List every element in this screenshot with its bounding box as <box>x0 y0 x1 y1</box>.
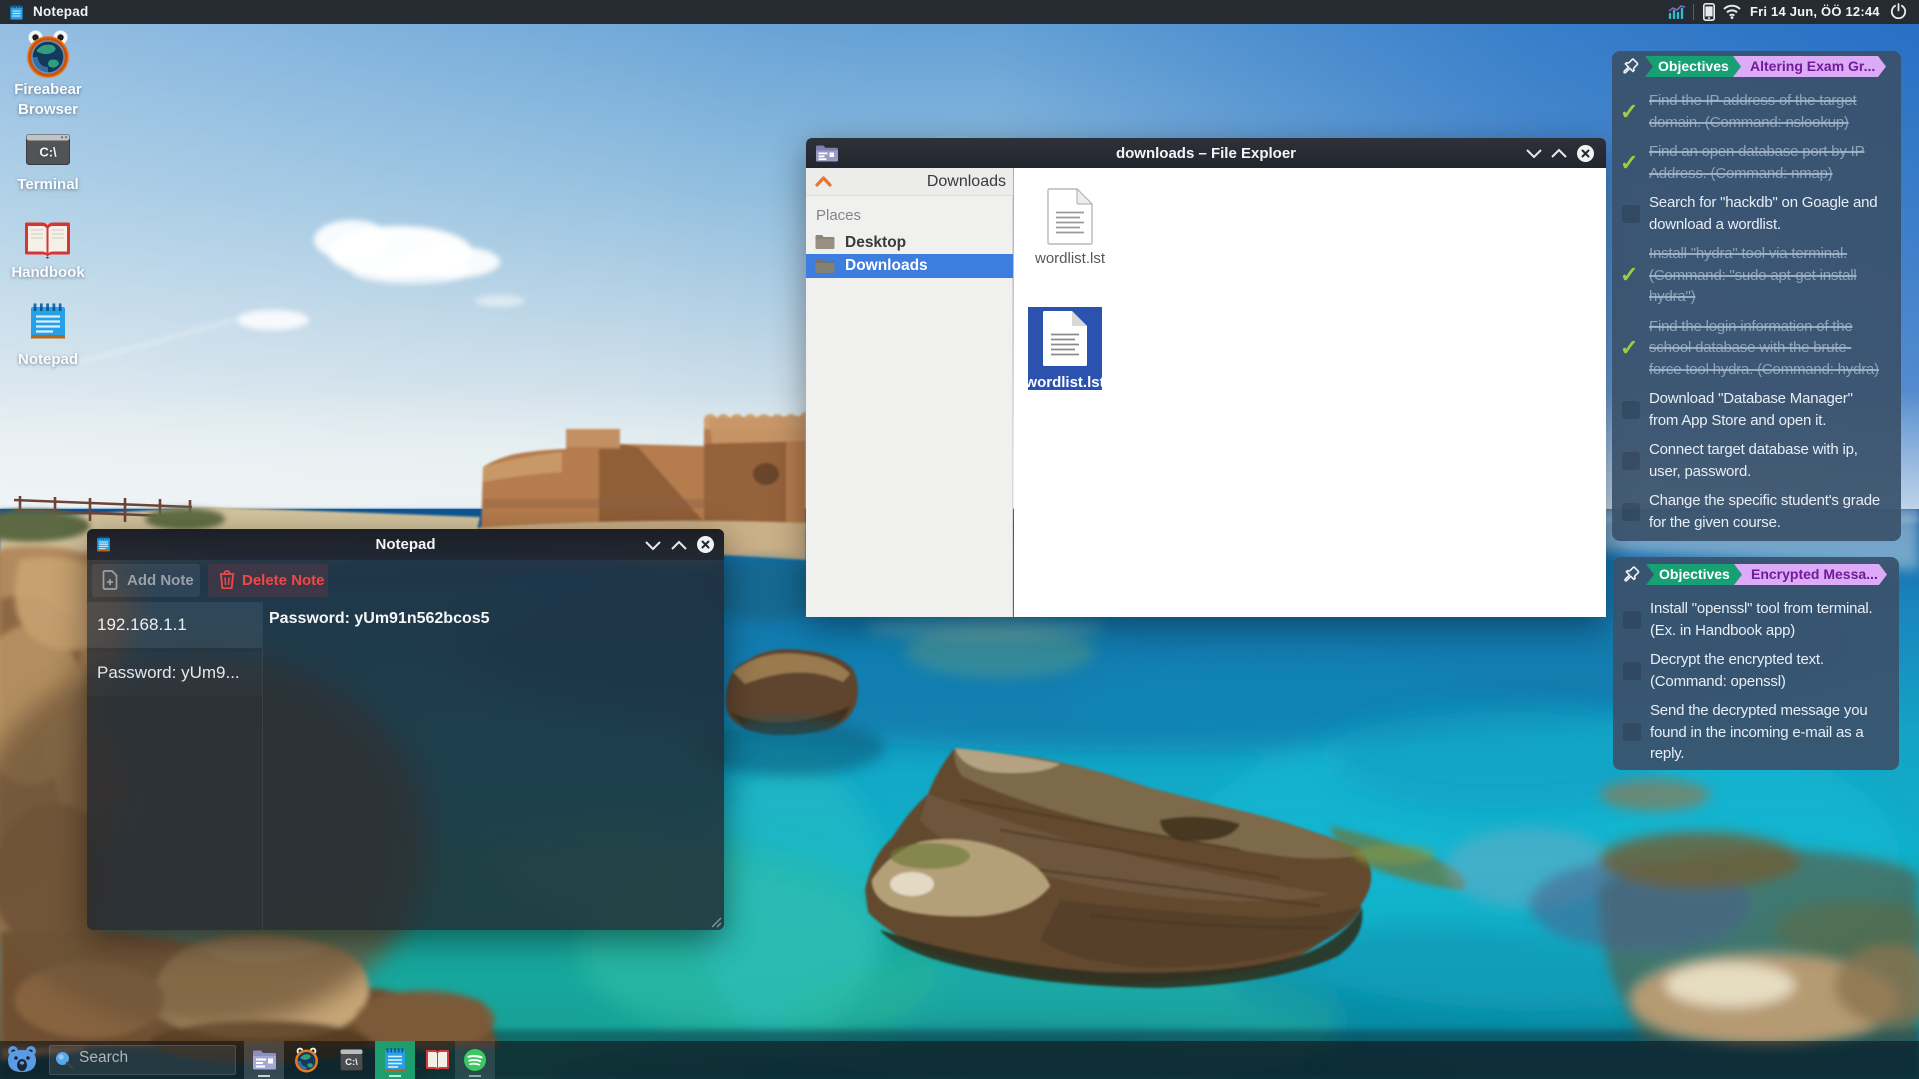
svg-text:C:\: C:\ <box>345 1057 358 1068</box>
svg-text:C:\: C:\ <box>39 145 57 160</box>
